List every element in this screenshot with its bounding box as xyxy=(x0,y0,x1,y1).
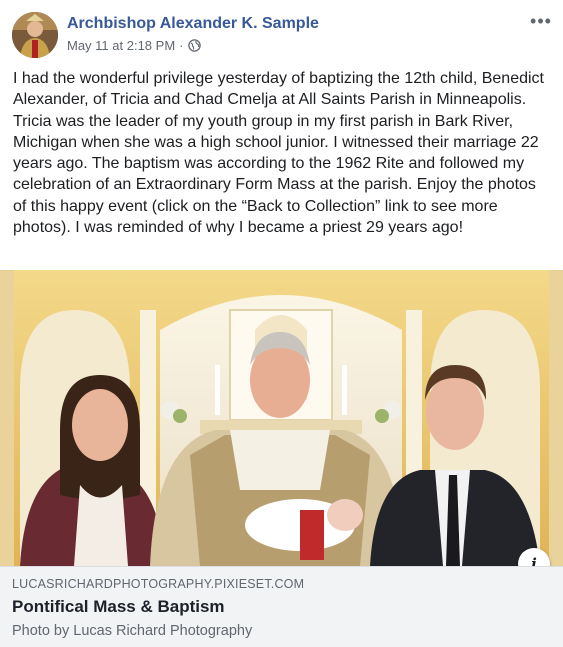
link-title[interactable]: Pontifical Mass & Baptism xyxy=(12,597,225,617)
post-photo[interactable] xyxy=(0,270,563,566)
post-meta: May 11 at 2:18 PM · xyxy=(67,38,201,53)
link-domain: LUCASRICHARDPHOTOGRAPHY.PIXIESET.COM xyxy=(12,577,305,591)
more-options-icon[interactable]: ••• xyxy=(529,11,553,31)
link-preview[interactable]: LUCASRICHARDPHOTOGRAPHY.PIXIESET.COM Pon… xyxy=(0,566,563,647)
avatar[interactable] xyxy=(12,12,58,58)
post-header: Archbishop Alexander K. Sample May 11 at… xyxy=(0,0,563,66)
meta-separator: · xyxy=(179,38,184,53)
post-timestamp[interactable]: May 11 at 2:18 PM xyxy=(67,38,175,53)
link-description: Photo by Lucas Richard Photography xyxy=(12,623,253,639)
globe-icon xyxy=(187,39,201,52)
author-name[interactable]: Archbishop Alexander K. Sample xyxy=(67,15,319,33)
post-body-text: I had the wonderful privilege yesterday … xyxy=(13,70,544,237)
